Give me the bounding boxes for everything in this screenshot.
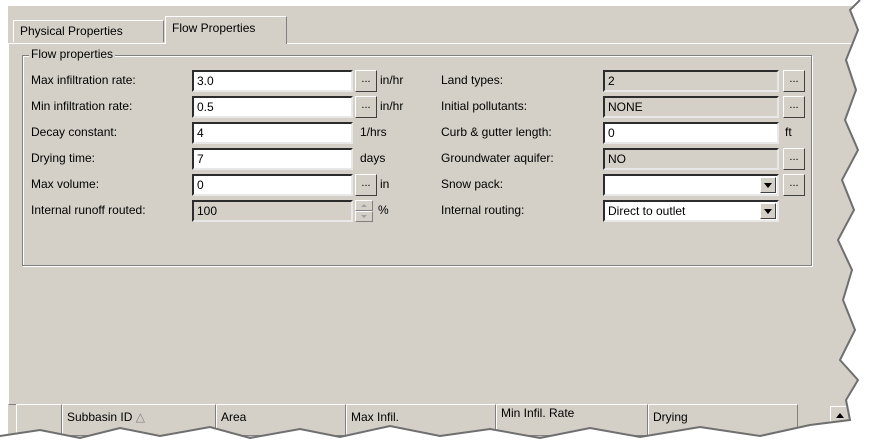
groundwater-aquifer-label: Groundwater aquifer: bbox=[441, 151, 554, 165]
chevron-down-icon[interactable] bbox=[760, 203, 776, 219]
drying-time-label: Drying time: bbox=[31, 151, 96, 165]
drying-time-unit: days bbox=[360, 151, 386, 165]
curb-gutter-label: Curb & gutter length: bbox=[441, 125, 552, 139]
grid-column-drying[interactable]: Drying bbox=[648, 404, 798, 436]
curb-gutter-unit: ft bbox=[785, 125, 792, 139]
land-types-label: Land types: bbox=[441, 73, 504, 87]
spin-down-icon[interactable] bbox=[355, 211, 373, 222]
min-infiltration-browse-button[interactable]: ... bbox=[355, 96, 377, 118]
chevron-down-icon[interactable] bbox=[760, 177, 776, 193]
subbasin-grid-header: Subbasin ID △ Area Max Infil. Min Infil.… bbox=[16, 404, 854, 436]
flow-properties-panel: Flow properties Max infiltration rate: 3… bbox=[8, 43, 860, 405]
max-infiltration-input[interactable]: 3.0 bbox=[192, 70, 353, 92]
flow-properties-group: Flow properties Max infiltration rate: 3… bbox=[22, 47, 812, 266]
initial-pollutants-input[interactable]: NONE bbox=[603, 96, 779, 118]
internal-runoff-label: Internal runoff routed: bbox=[31, 203, 146, 217]
tab-strip: Physical Properties Flow Properties bbox=[8, 6, 860, 44]
min-infiltration-unit: in/hr bbox=[380, 99, 404, 113]
max-volume-input[interactable]: 0 bbox=[192, 174, 353, 196]
max-volume-unit: in bbox=[380, 177, 390, 191]
grid-row-selector-header[interactable] bbox=[16, 404, 62, 436]
min-infiltration-label: Min infiltration rate: bbox=[31, 99, 133, 113]
decay-constant-label: Decay constant: bbox=[31, 125, 118, 139]
internal-routing-select[interactable]: Direct to outlet bbox=[603, 200, 779, 222]
spin-up-icon[interactable] bbox=[355, 200, 373, 211]
tab-flow-properties[interactable]: Flow Properties bbox=[165, 16, 287, 44]
internal-routing-label: Internal routing: bbox=[441, 203, 525, 217]
groundwater-aquifer-browse-button[interactable]: ... bbox=[783, 148, 805, 170]
grid-column-subbasin-id[interactable]: Subbasin ID △ bbox=[62, 404, 216, 436]
max-infiltration-unit: in/hr bbox=[380, 73, 404, 87]
min-infiltration-input[interactable]: 0.5 bbox=[192, 96, 353, 118]
groundwater-aquifer-input[interactable]: NO bbox=[603, 148, 779, 170]
initial-pollutants-browse-button[interactable]: ... bbox=[783, 96, 805, 118]
decay-constant-unit: 1/hrs bbox=[360, 125, 387, 139]
land-types-input[interactable]: 2 bbox=[603, 70, 779, 92]
snow-pack-label: Snow pack: bbox=[441, 177, 504, 191]
internal-routing-value: Direct to outlet bbox=[608, 204, 686, 218]
max-infiltration-label: Max infiltration rate: bbox=[31, 73, 136, 87]
grid-column-area[interactable]: Area bbox=[216, 404, 346, 436]
snow-pack-select[interactable] bbox=[603, 174, 779, 196]
internal-runoff-spinner[interactable] bbox=[355, 200, 373, 222]
sort-ascending-icon: △ bbox=[135, 410, 145, 424]
max-volume-browse-button[interactable]: ... bbox=[355, 174, 377, 196]
properties-window: Physical Properties Flow Properties Flow… bbox=[8, 6, 860, 442]
grid-column-min-infil-rate[interactable]: Min Infil. Rate bbox=[496, 404, 648, 436]
drying-time-input[interactable]: 7 bbox=[192, 148, 353, 170]
snow-pack-browse-button[interactable]: ... bbox=[783, 174, 805, 196]
scroll-up-icon[interactable] bbox=[830, 406, 850, 426]
tab-physical-properties[interactable]: Physical Properties bbox=[13, 20, 164, 42]
subbasin-id-header-label: Subbasin ID bbox=[67, 410, 133, 424]
internal-runoff-input[interactable]: 100 bbox=[192, 200, 353, 222]
curb-gutter-input[interactable]: 0 bbox=[603, 122, 779, 144]
land-types-browse-button[interactable]: ... bbox=[783, 70, 805, 92]
max-volume-label: Max volume: bbox=[31, 177, 100, 191]
max-infiltration-browse-button[interactable]: ... bbox=[355, 70, 377, 92]
group-title: Flow properties bbox=[29, 47, 116, 62]
grid-column-max-infil[interactable]: Max Infil. bbox=[346, 404, 496, 436]
initial-pollutants-label: Initial pollutants: bbox=[441, 99, 528, 113]
internal-runoff-unit: % bbox=[378, 203, 389, 217]
decay-constant-input[interactable]: 4 bbox=[192, 122, 353, 144]
